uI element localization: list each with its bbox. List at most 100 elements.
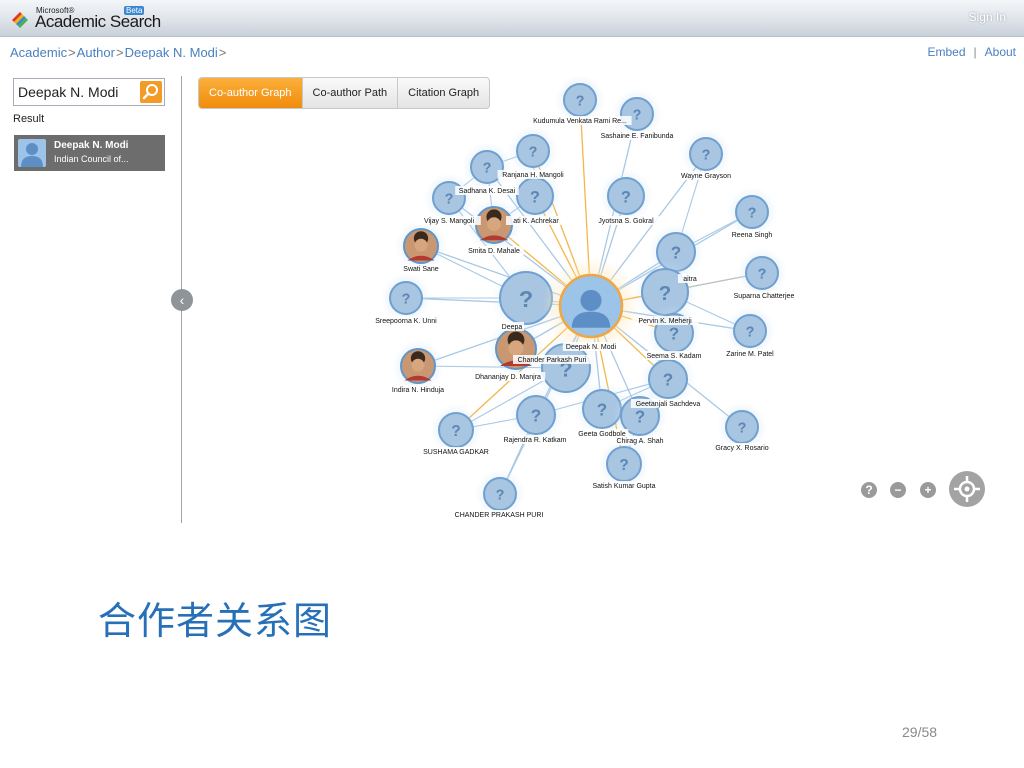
coauthor-label: CHANDER PRAKASH PURI xyxy=(455,512,544,519)
tab-coauthor-graph[interactable]: Co-author Graph xyxy=(199,78,303,108)
question-icon: ? xyxy=(496,488,505,504)
coauthor-label: Sashaine E. Fanibunda xyxy=(601,133,674,140)
question-icon: ? xyxy=(663,371,673,390)
question-icon: ? xyxy=(746,325,755,341)
result-author-org: Indian Council of... xyxy=(54,154,129,164)
coauthor-label: Wayne Grayson xyxy=(681,173,731,180)
question-icon: ? xyxy=(671,244,681,263)
coauthor-label: Geetanjali Sachdeva xyxy=(636,401,701,408)
breadcrumb-academic[interactable]: Academic xyxy=(10,45,67,60)
breadcrumb-current-author[interactable]: Deepak N. Modi xyxy=(125,45,218,60)
coauthor-label: Zarine M. Patel xyxy=(726,351,774,358)
question-icon: ? xyxy=(597,401,607,420)
coauthor-node[interactable] xyxy=(392,340,444,392)
top-bar: Microsoft® Academic Search Beta Sign In xyxy=(0,0,1024,37)
result-item-author[interactable]: Deepak N. Modi Indian Council of... xyxy=(14,135,165,171)
logo-name: Academic Search xyxy=(35,12,161,31)
author-search-input[interactable] xyxy=(18,82,136,102)
graph-controls: ? − + xyxy=(858,471,988,509)
question-icon: ? xyxy=(748,206,757,222)
question-icon: ? xyxy=(669,325,679,344)
question-icon: ? xyxy=(529,145,538,161)
coauthor-label: Dhananjay D. Manjra xyxy=(475,374,541,381)
question-icon: ? xyxy=(519,286,533,312)
coauthor-label: Kudumula Venkata Rami Re... xyxy=(533,118,627,125)
coauthor-label: SUSHAMA GADKAR xyxy=(423,449,489,456)
question-icon: ? xyxy=(531,407,541,426)
question-icon: ? xyxy=(659,282,672,305)
breadcrumb-separator: > xyxy=(218,45,227,60)
coauthor-label: Reena Singh xyxy=(732,232,773,239)
question-icon: ? xyxy=(702,148,711,164)
microsoft-flag-icon xyxy=(12,12,28,28)
coauthor-label: Suparna Chatterjee xyxy=(734,293,795,300)
embed-link[interactable]: Embed xyxy=(927,45,965,59)
center-author-node[interactable] xyxy=(542,257,640,355)
coauthor-node[interactable]: ? xyxy=(599,169,653,223)
coauthor-label: Satish Kumar Gupta xyxy=(592,483,655,490)
breadcrumb-separator: > xyxy=(68,45,76,60)
coauthor-node[interactable]: ? xyxy=(508,387,564,443)
question-icon: ? xyxy=(738,421,747,437)
result-author-name: Deepak N. Modi xyxy=(54,140,129,151)
coauthor-node[interactable]: ? xyxy=(727,187,777,237)
coauthor-label: Ranjana H. Mangoli xyxy=(502,172,564,179)
recenter-button[interactable] xyxy=(949,471,985,507)
sign-in-link[interactable]: Sign In xyxy=(969,10,1006,24)
about-link[interactable]: About xyxy=(985,45,1016,59)
search-button[interactable] xyxy=(140,81,162,103)
graph-tabs: Co-author Graph Co-author Path Citation … xyxy=(198,77,491,109)
zoom-out-button[interactable]: − xyxy=(890,482,906,498)
coauthor-graph[interactable]: ??????????????????? ?????? Kudumula Venkat… xyxy=(182,70,1024,540)
tab-coauthor-path[interactable]: Co-author Path xyxy=(303,78,399,108)
coauthor-label: Smita D. Mahale xyxy=(468,248,520,255)
question-icon: ? xyxy=(451,423,460,440)
question-icon: ? xyxy=(758,267,767,283)
question-icon: ? xyxy=(619,457,628,474)
question-icon: ? xyxy=(621,188,631,206)
coauthor-label: Vijay S. Mangoli xyxy=(424,218,475,225)
coauthor-label: Swati Sane xyxy=(403,266,439,273)
author-search-box xyxy=(13,78,165,106)
coauthor-label: aitra xyxy=(683,276,697,283)
question-icon: ? xyxy=(445,192,454,208)
avatar xyxy=(18,139,46,167)
breadcrumb-separator: > xyxy=(115,45,124,60)
header-links: Embed | About xyxy=(927,45,1016,59)
zoom-in-button[interactable]: + xyxy=(920,482,936,498)
coauthor-node[interactable]: ? xyxy=(381,273,431,323)
slide-page-number: 29/58 xyxy=(902,724,938,740)
coauthor-node[interactable]: ? xyxy=(725,306,775,356)
coauthor-label: Indira N. Hinduja xyxy=(392,387,444,394)
breadcrumb-author[interactable]: Author xyxy=(77,45,115,60)
plus-icon: + xyxy=(924,483,932,497)
person-icon xyxy=(21,143,43,167)
slide-caption: 合作者关系图 xyxy=(98,599,333,643)
coauthor-label: Gracy X. Rosario xyxy=(715,445,768,452)
link-divider: | xyxy=(973,45,977,59)
coauthor-node[interactable]: ? xyxy=(508,126,558,176)
question-icon: ? xyxy=(576,94,585,110)
tab-citation-graph[interactable]: Citation Graph xyxy=(398,78,489,108)
beta-badge: Beta xyxy=(124,6,145,15)
question-icon: ? xyxy=(865,483,873,497)
coauthor-label: Jyotsna S. Gokral xyxy=(598,218,654,225)
question-icon: ? xyxy=(402,292,411,308)
minus-icon: − xyxy=(894,483,902,497)
question-icon: ? xyxy=(530,188,540,206)
coauthor-label: Seema S. Kadam xyxy=(647,353,702,360)
help-button[interactable]: ? xyxy=(861,482,877,498)
coauthor-node[interactable]: ? xyxy=(737,248,787,298)
target-icon xyxy=(954,476,980,502)
coauthor-label: ati K. Achrekar xyxy=(513,218,559,225)
coauthor-label: Sreepoorna K. Unni xyxy=(375,318,437,325)
coauthor-label: Chander Parkash Puri xyxy=(518,357,587,364)
coauthor-label: Deepak N. Modi xyxy=(566,344,617,351)
breadcrumb: Academic>Author>Deepak N. Modi> xyxy=(10,45,227,60)
coauthor-label: Rajendra R. Katkam xyxy=(503,437,566,444)
coauthor-label: Pervin K. Meherji xyxy=(638,318,692,325)
question-icon: ? xyxy=(633,108,642,124)
question-icon: ? xyxy=(635,408,645,427)
coauthor-node[interactable]: ? xyxy=(424,173,474,223)
coauthor-label: Deepa xyxy=(502,324,523,331)
